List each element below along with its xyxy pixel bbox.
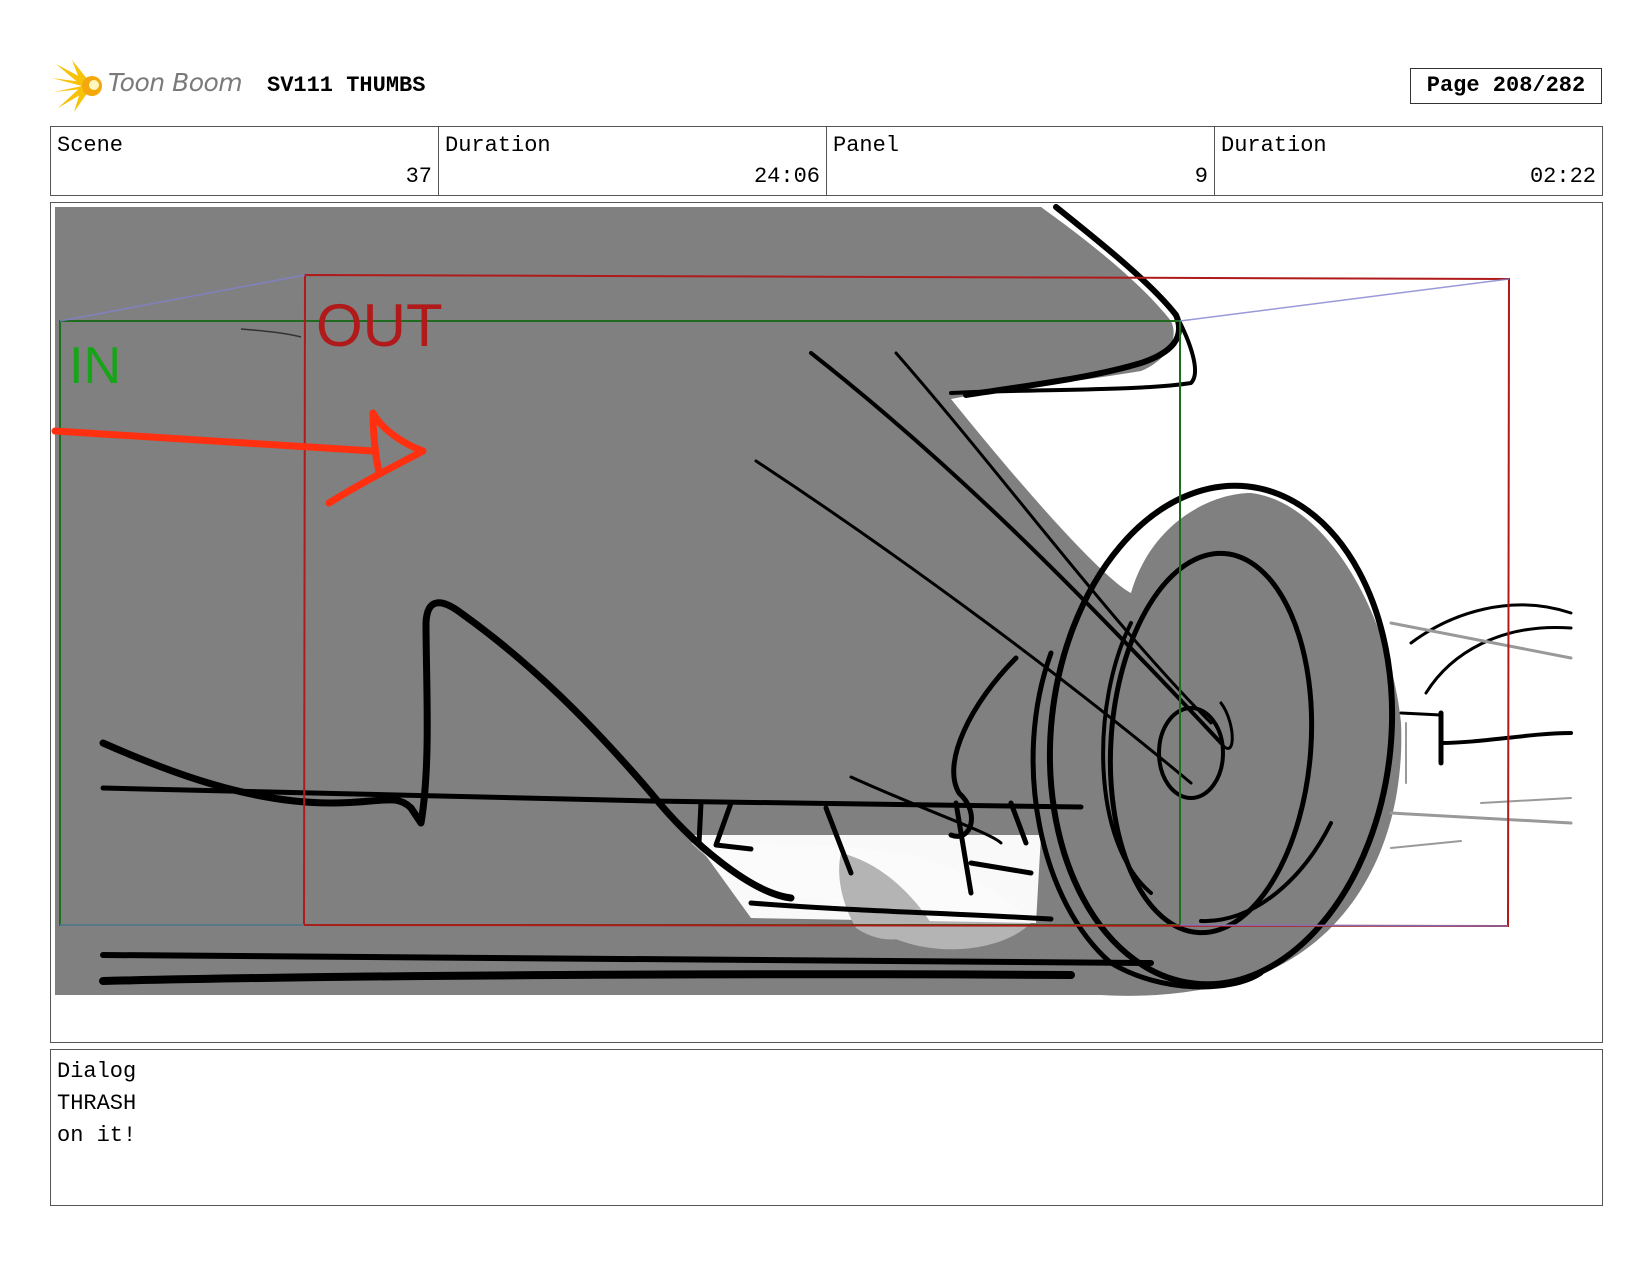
panel-duration-cell: Duration 02:22 (1215, 127, 1602, 195)
panel-sketch: IN OUT (51, 204, 1573, 996)
panel-duration-value: 02:22 (1529, 164, 1596, 189)
scene-cell: Scene 37 (51, 127, 439, 195)
dialog-box: Dialog THRASH on it! (50, 1049, 1603, 1206)
out-label: OUT (316, 292, 443, 359)
scene-value: 37 (405, 164, 432, 189)
dialog-character: THRASH (57, 1091, 137, 1116)
scene-duration-value: 24:06 (753, 164, 820, 189)
panel-label: Panel (833, 133, 900, 158)
storyboard-panel: IN OUT (50, 202, 1603, 1043)
project-title: SV111 THUMBS (267, 73, 426, 98)
toon-boom-logo-icon (52, 60, 102, 112)
panel-cell: Panel 9 (827, 127, 1215, 195)
dialog-line: on it! (57, 1123, 137, 1148)
in-label: IN (69, 337, 121, 395)
scene-label: Scene (57, 133, 124, 158)
scene-duration-cell: Duration 24:06 (439, 127, 827, 195)
page-number: Page 208/282 (1410, 68, 1602, 104)
logo-text: Toon Boom (108, 68, 243, 97)
panel-duration-label: Duration (1221, 133, 1327, 158)
panel-value: 9 (1194, 164, 1208, 189)
dialog-label: Dialog (57, 1059, 137, 1084)
info-table: Scene 37 Duration 24:06 Panel 9 Duration… (50, 126, 1603, 196)
scene-duration-label: Duration (445, 133, 551, 158)
